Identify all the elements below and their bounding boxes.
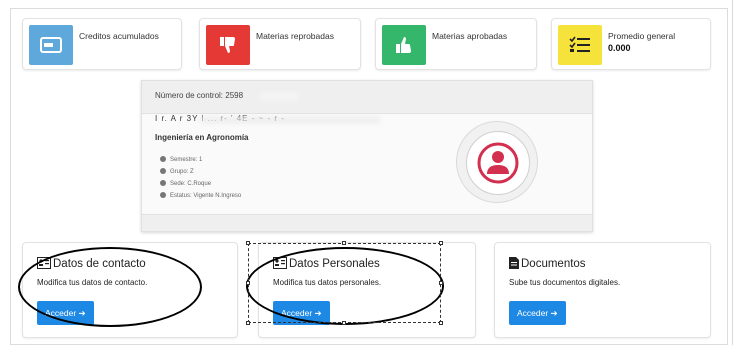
selection-handle[interactable] <box>342 321 346 325</box>
stat-card-creditos: Creditos acumulados <box>22 18 182 70</box>
acceder-button-documentos[interactable]: Acceder ➔ <box>509 301 566 325</box>
stat-card-aprobadas: Materias aprobadas <box>375 18 537 70</box>
stat-value: 0.000 <box>608 43 631 53</box>
bullet-icon <box>160 192 166 198</box>
user-icon <box>477 142 519 184</box>
scrollbar-track[interactable] <box>732 0 733 345</box>
student-profile-panel: Número de control: 2598 I r. A r 3Y l ..… <box>141 80 593 232</box>
selection-handle[interactable] <box>246 321 250 325</box>
selection-handle[interactable] <box>342 241 346 245</box>
detail-grupo: Grupo: Z <box>160 168 194 175</box>
annotation-ellipse <box>18 247 202 327</box>
card-description: Sube tus documentos digitales. <box>509 278 621 287</box>
card-documentos: Documentos Sube tus documentos digitales… <box>494 242 711 338</box>
selection-handle[interactable] <box>246 281 250 285</box>
control-number: Número de control: 2598 <box>155 91 244 100</box>
selection-handle[interactable] <box>439 281 443 285</box>
redaction-blur <box>200 116 380 124</box>
profile-footer <box>142 214 592 231</box>
stat-label: Materias reprobadas <box>256 31 334 41</box>
thumbs-up-icon <box>382 25 426 65</box>
bullet-icon <box>160 156 166 162</box>
avatar <box>456 121 538 203</box>
career-name: Ingeniería en Agronomía <box>155 133 249 142</box>
detail-semestre: Semestre: 1 <box>160 156 202 163</box>
selection-handle[interactable] <box>439 241 443 245</box>
credit-card-icon <box>29 25 73 65</box>
stat-label: Materias aprobadas <box>432 31 508 41</box>
redaction-blur <box>260 92 298 101</box>
bullet-icon <box>160 168 166 174</box>
checklist-icon <box>558 25 602 65</box>
bullet-icon <box>160 180 166 186</box>
document-icon <box>509 257 519 272</box>
selection-handle[interactable] <box>246 241 250 245</box>
card-title: Documentos <box>509 257 586 272</box>
detail-sede: Sede: C.Roque <box>160 180 211 187</box>
stat-label: Creditos acumulados <box>79 31 159 41</box>
stat-card-reprobadas: Materias reprobadas <box>199 18 361 70</box>
detail-estatus: Estatus: Vigente N.Ingreso <box>160 192 241 199</box>
stat-card-promedio: Promedio general 0.000 <box>551 18 711 70</box>
selection-handle[interactable] <box>439 321 443 325</box>
thumbs-down-icon <box>206 25 250 65</box>
selection-box[interactable] <box>248 243 441 323</box>
stat-label: Promedio general <box>608 31 676 41</box>
